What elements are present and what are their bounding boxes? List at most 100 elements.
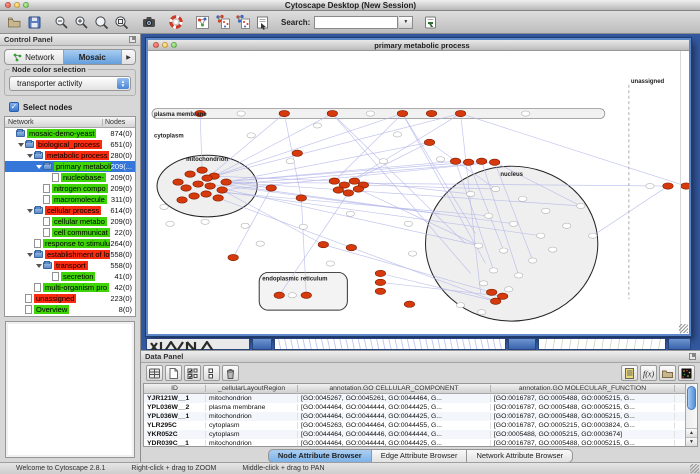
tree-row[interactable]: primary metabolic209(... <box>5 161 135 172</box>
table-cell[interactable]: YDR039C__1 <box>144 440 206 446</box>
table-cell[interactable]: mitochondrion <box>206 395 298 402</box>
background-window-edge[interactable] <box>508 338 536 350</box>
table-cell[interactable]: mitochondrion <box>206 413 298 420</box>
table-cell[interactable]: [GO:0016787, GO:0005215, GO:0003824, G..… <box>491 422 675 429</box>
zoom-selected-button[interactable] <box>92 13 111 32</box>
unselect-attributes-button[interactable] <box>203 365 220 381</box>
tree-row[interactable]: establishment of lo558(0) <box>5 249 135 260</box>
export-document-button[interactable] <box>253 13 272 32</box>
save-session-button[interactable] <box>25 13 44 32</box>
tree-row[interactable]: unassigned223(0) <box>5 293 135 304</box>
tab-edge-attribute-browser[interactable]: Edge Attribute Browser <box>372 449 468 463</box>
table-cell[interactable]: YJR121W__1 <box>144 395 206 402</box>
select-nodes-checkbox[interactable]: ✓ <box>9 102 19 112</box>
node-color-dropdown[interactable]: transporter activity ▲▼ <box>9 76 131 91</box>
background-window-sliver[interactable] <box>274 338 506 350</box>
zoom-in-button[interactable] <box>72 13 91 32</box>
table-cell[interactable]: [GO:0045263, GO:0044464, GO:0044455, G..… <box>298 422 491 429</box>
float-data-panel-icon[interactable] <box>689 353 696 360</box>
background-window-sliver[interactable] <box>538 338 666 350</box>
function-builder-button[interactable]: f(x) <box>640 365 657 381</box>
tree-row[interactable]: nucleobase-209(0) <box>5 172 135 183</box>
import-annotation-blue-button[interactable] <box>233 13 252 32</box>
table-cell[interactable]: [GO:0005488, GO:0005215, GO:0003674] <box>491 431 675 438</box>
open-session-button[interactable] <box>5 13 24 32</box>
table-cell[interactable]: [GO:0016787, GO:0005488, GO:0005215, G..… <box>491 395 675 402</box>
table-row[interactable]: YPL036W__1mitochondrion[GO:0044464, GO:0… <box>144 412 685 421</box>
table-cell[interactable]: YPL036W__1 <box>144 413 206 420</box>
table-cell[interactable]: plasma membrane <box>206 404 298 411</box>
table-cell[interactable]: [GO:0016787, GO:0005488, GO:0005215, G..… <box>491 404 675 411</box>
table-cell[interactable]: YKR052C <box>144 431 206 438</box>
scroll-down-button[interactable]: ▼ <box>686 437 697 446</box>
zoom-out-button[interactable] <box>52 13 71 32</box>
table-row[interactable]: YKR052Ccytoplasm[GO:0044464, GO:0044446,… <box>144 430 685 439</box>
network-close-button[interactable] <box>153 42 159 48</box>
disclosure-triangle-icon[interactable] <box>27 209 33 213</box>
tab-mosaic[interactable]: Mosaic <box>64 50 123 64</box>
table-cell[interactable]: YPL036W__2 <box>144 404 206 411</box>
float-panel-icon[interactable] <box>129 36 136 43</box>
tree-row[interactable]: transport558(0) <box>5 260 135 271</box>
col-id[interactable]: ID <box>144 385 206 392</box>
zoom-fit-button[interactable] <box>112 13 131 32</box>
disclosure-triangle-icon[interactable] <box>36 165 42 169</box>
disclosure-triangle-icon[interactable] <box>27 154 33 158</box>
table-cell[interactable]: cytoplasm <box>206 431 298 438</box>
table-cell[interactable]: [GO:0045267, GO:0045261, GO:0044464, G..… <box>298 395 491 402</box>
tab-overflow-button[interactable]: ▶ <box>122 50 135 64</box>
search-input[interactable] <box>314 16 398 29</box>
tree-row[interactable]: metabolic process280(0) <box>5 150 135 161</box>
table-cell[interactable]: mitochondrion <box>206 440 298 446</box>
help-button[interactable] <box>166 13 185 32</box>
col-layout-region[interactable]: _cellularLayoutRegion <box>206 385 298 392</box>
table-cell[interactable]: YLR295C <box>144 422 206 429</box>
table-cell[interactable]: [GO:0044464, GO:0044444, GO:0044425, G..… <box>298 440 491 446</box>
tree-row[interactable]: cellular metabo209(0) <box>5 216 135 227</box>
close-button[interactable] <box>5 2 11 8</box>
tree-row[interactable]: cell communicat22(0) <box>5 227 135 238</box>
table-scrollbar-thumb[interactable] <box>687 386 696 410</box>
tree-row[interactable]: biological_process651(0) <box>5 139 135 150</box>
tab-node-attribute-browser[interactable]: Node Attribute Browser <box>268 449 372 463</box>
select-attributes-button[interactable] <box>184 365 201 381</box>
matrix-button[interactable] <box>678 365 695 381</box>
create-network-button[interactable] <box>193 13 212 32</box>
table-row[interactable]: YLR295Ccytoplasm[GO:0045263, GO:0044464,… <box>144 421 685 430</box>
import-attributes-folder-button[interactable] <box>659 365 676 381</box>
disclosure-triangle-icon[interactable] <box>27 253 33 257</box>
col-cellular-component[interactable]: annotation.GO CELLULAR_COMPONENT <box>298 385 491 392</box>
tree-row[interactable]: nitrogen compo209(0) <box>5 183 135 194</box>
network-minimize-button[interactable] <box>162 42 168 48</box>
scroll-up-button[interactable]: ▲ <box>686 428 697 437</box>
snapshot-button[interactable] <box>139 13 158 32</box>
disclosure-triangle-icon[interactable] <box>18 143 24 147</box>
col-molecular-function[interactable]: annotation.GO MOLECULAR_FUNCTION <box>491 385 675 392</box>
app-resize-grip[interactable] <box>690 464 699 473</box>
tree-row[interactable]: secretion41(0) <box>5 271 135 282</box>
background-window-titlebar[interactable] <box>668 338 691 350</box>
table-cell[interactable]: [GO:0044464, GO:0044444, GO:0044425, G..… <box>298 413 491 420</box>
tab-network[interactable]: Network <box>5 50 64 64</box>
import-annotation-red-button[interactable] <box>213 13 232 32</box>
tab-network-attribute-browser[interactable]: Network Attribute Browser <box>467 449 573 463</box>
annotation-button[interactable] <box>621 365 638 381</box>
create-attribute-button[interactable] <box>165 365 182 381</box>
search-dropdown-button[interactable]: ▼ <box>399 16 413 29</box>
birdseye-view-panel[interactable] <box>5 321 135 458</box>
table-cell[interactable]: [GO:0016787, GO:0005488, GO:0005215, G..… <box>491 440 675 446</box>
background-window-overview[interactable] <box>146 338 250 350</box>
attribute-table-button[interactable] <box>146 365 163 381</box>
table-cell[interactable]: [GO:0044464, GO:0044446, GO:0044444, G..… <box>298 431 491 438</box>
table-row[interactable]: YPL036W__2plasma membrane[GO:0044464, GO… <box>144 403 685 412</box>
network-canvas[interactable]: plasma membranecytoplasmmitochondrionnuc… <box>148 51 689 334</box>
table-cell[interactable]: [GO:0016787, GO:0005488, GO:0005215, G..… <box>491 413 675 420</box>
tree-row[interactable]: multi-organism pro42(0) <box>5 282 135 293</box>
table-cell[interactable]: cytoplasm <box>206 422 298 429</box>
delete-attribute-button[interactable] <box>222 365 239 381</box>
table-scrollbar[interactable]: ▲ ▼ <box>685 384 697 446</box>
tree-row[interactable]: response to stimulu264(0) <box>5 238 135 249</box>
disclosure-triangle-icon[interactable] <box>36 264 42 268</box>
import-attributes-button[interactable] <box>421 13 440 32</box>
tree-row[interactable]: Overview8(0) <box>5 304 135 315</box>
